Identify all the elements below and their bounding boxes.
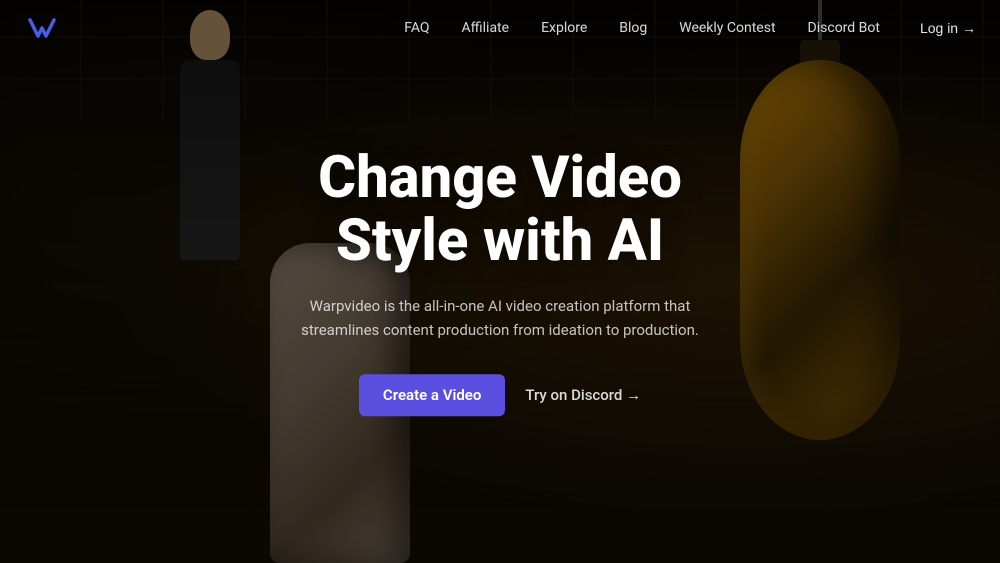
hero-title-line2: Style with AI bbox=[336, 208, 664, 276]
hero-title: Change Video Style with AI bbox=[250, 147, 750, 275]
hero-section: FAQ Affiliate Explore Blog Weekly Contes… bbox=[0, 0, 1000, 563]
cta-primary-button[interactable]: Create a Video bbox=[359, 374, 505, 416]
hero-content: Change Video Style with AI Warpvideo is … bbox=[250, 147, 750, 417]
hero-title-line1: Change Video bbox=[318, 144, 682, 212]
navbar: FAQ Affiliate Explore Blog Weekly Contes… bbox=[0, 0, 1000, 56]
nav-faq[interactable]: FAQ bbox=[404, 20, 429, 36]
logo[interactable] bbox=[24, 10, 60, 46]
nav-discord-bot[interactable]: Discord Bot bbox=[808, 20, 880, 36]
nav-links: FAQ Affiliate Explore Blog Weekly Contes… bbox=[404, 20, 880, 36]
cta-buttons: Create a Video Try on Discord → bbox=[250, 374, 750, 416]
hero-subtitle: Warpvideo is the all-in-one AI video cre… bbox=[290, 294, 710, 342]
logo-icon bbox=[24, 10, 60, 46]
nav-blog[interactable]: Blog bbox=[619, 20, 647, 36]
nav-explore[interactable]: Explore bbox=[541, 20, 587, 36]
login-button[interactable]: Log in → bbox=[920, 20, 976, 36]
nav-affiliate[interactable]: Affiliate bbox=[462, 20, 510, 36]
cta-secondary-button[interactable]: Try on Discord → bbox=[525, 386, 641, 404]
nav-weekly-contest[interactable]: Weekly Contest bbox=[679, 20, 775, 36]
